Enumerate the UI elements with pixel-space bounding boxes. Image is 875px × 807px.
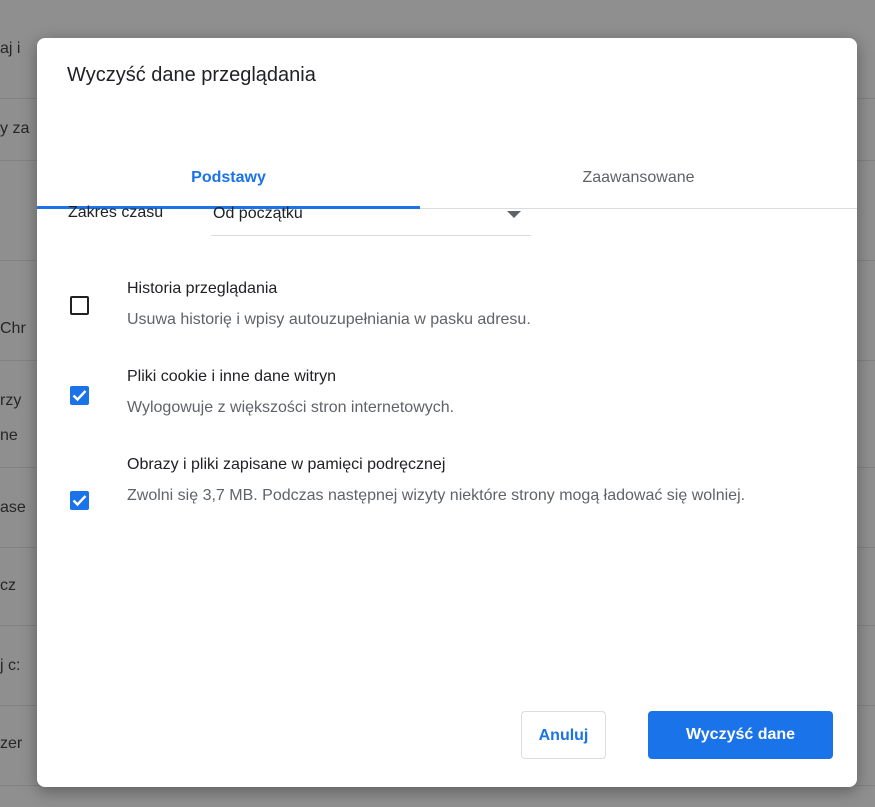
background-text: Chr [0,320,26,337]
time-range-value: Od początku [213,205,303,222]
background-text: rzy [0,392,22,409]
option-description: Wylogowuje z większości stron internetow… [127,399,455,416]
clear-browsing-data-dialog: Wyczyść dane przeglądania Podstawy Zaawa… [37,38,857,787]
background-text: j c: [0,657,21,674]
dialog-title: Wyczyść dane przeglądania [67,64,316,86]
background-text: ne [0,427,18,444]
cached-images-checkbox[interactable] [70,491,89,510]
option-title: Obrazy i pliki zapisane w pamięci podręc… [127,456,446,473]
tab-advanced-label: Zaawansowane [582,169,695,186]
background-text: zer [0,735,23,752]
dropdown-caret-icon [507,211,521,218]
option-title: Pliki cookie i inne dane witryn [127,368,336,385]
background-text: ase [0,499,26,516]
background-text: aj i [0,40,21,57]
background-text: y za [0,120,30,137]
tab-basic-label: Podstawy [191,169,266,186]
cancel-button[interactable]: Anuluj [521,711,606,759]
time-range-select[interactable]: Od początku [211,195,531,236]
option-browsing-history: Historia przeglądania Usuwa historię i w… [37,268,857,348]
option-description: Usuwa historię i wpisy autouzupełniania … [127,311,531,328]
browsing-history-checkbox[interactable] [70,296,89,315]
cookies-checkbox[interactable] [70,386,89,405]
background-text: cz [0,577,16,594]
option-title: Historia przeglądania [127,280,278,297]
option-cookies: Pliki cookie i inne dane witryn Wylogowu… [37,356,857,436]
time-range-label: Zakres czasu [68,204,164,221]
checkmark-icon [72,495,87,507]
option-cached-images: Obrazy i pliki zapisane w pamięci podręc… [37,444,857,554]
checkmark-icon [72,390,87,402]
clear-data-button[interactable]: Wyczyść dane [648,711,833,759]
option-description: Zwolni się 3,7 MB. Podczas następnej wiz… [127,487,746,504]
